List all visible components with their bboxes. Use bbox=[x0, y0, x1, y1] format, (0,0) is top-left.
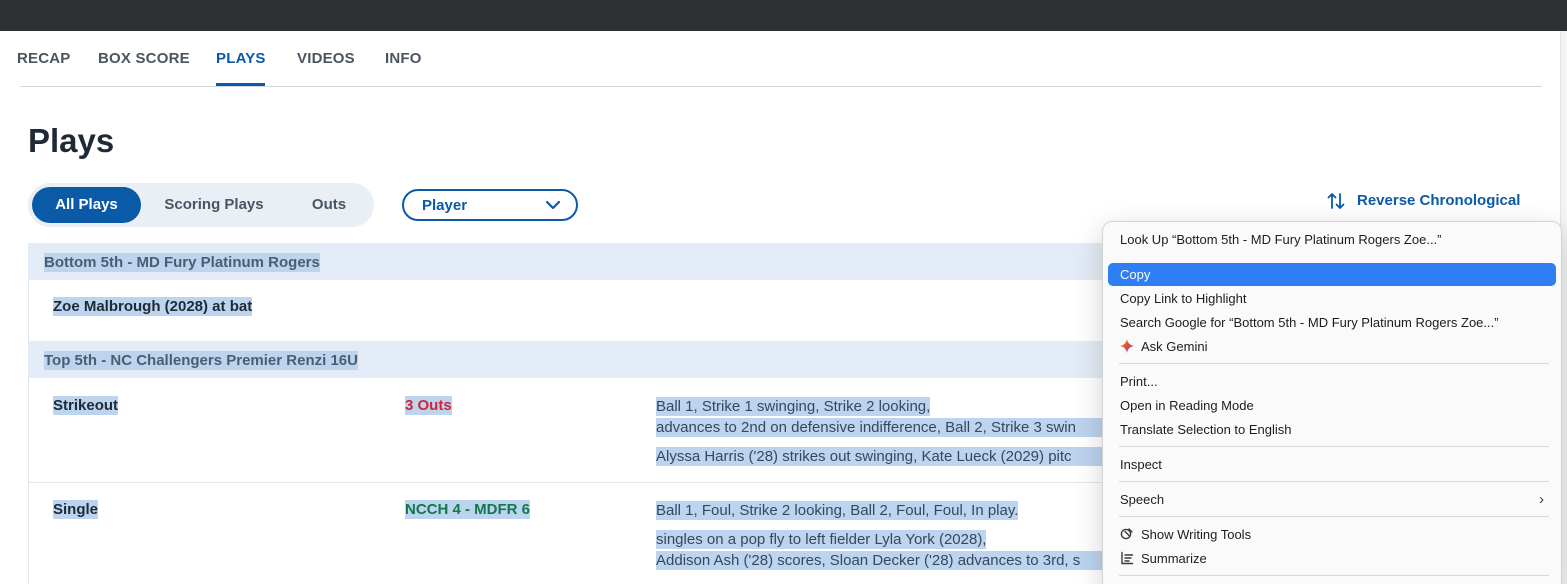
tab-plays[interactable]: PLAYS bbox=[216, 50, 266, 67]
menu-item-speech[interactable]: Speech › bbox=[1108, 488, 1556, 511]
row-divider bbox=[28, 482, 1118, 483]
row-border bbox=[28, 378, 29, 584]
tab-box-score[interactable]: BOX SCORE bbox=[98, 50, 190, 67]
browser-top-bar bbox=[0, 0, 1567, 31]
play-type-single: Single bbox=[53, 500, 99, 519]
menu-separator bbox=[1119, 363, 1549, 364]
menu-separator bbox=[1119, 575, 1549, 576]
writing-tools-icon bbox=[1120, 528, 1133, 540]
menu-item-translate[interactable]: Translate Selection to English bbox=[1108, 418, 1556, 441]
filter-scoring-plays-button[interactable]: Scoring Plays bbox=[149, 187, 279, 223]
menu-separator bbox=[1119, 446, 1549, 447]
menu-item-label: Speech bbox=[1120, 492, 1165, 507]
player-select-value: Player bbox=[422, 197, 468, 214]
menu-item-label: Summarize bbox=[1141, 551, 1207, 566]
play-filter-group: All Plays Scoring Plays Outs bbox=[28, 183, 374, 227]
summarize-icon bbox=[1121, 551, 1134, 565]
inning-header-top-5th: Top 5th - NC Challengers Premier Renzi 1… bbox=[28, 341, 1118, 378]
menu-item-label: Ask Gemini bbox=[1141, 339, 1208, 354]
menu-item-writing-tools[interactable]: Show Writing Tools bbox=[1108, 523, 1556, 546]
play-description-line: Addison Ash ('28) scores, Sloan Decker (… bbox=[656, 551, 1104, 570]
play-description-line: Alyssa Harris ('28) strikes out swinging… bbox=[656, 447, 1104, 466]
filter-all-plays-button[interactable]: All Plays bbox=[32, 187, 141, 223]
tabs-divider bbox=[20, 86, 1542, 87]
row-border bbox=[28, 280, 29, 341]
tab-recap[interactable]: RECAP bbox=[17, 50, 71, 67]
gemini-sparkle-icon bbox=[1120, 339, 1134, 353]
sort-arrows-icon bbox=[1327, 193, 1345, 209]
menu-item-copy[interactable]: Copy bbox=[1108, 263, 1556, 286]
page-title: Plays bbox=[28, 122, 115, 159]
menu-item-label: Show Writing Tools bbox=[1141, 527, 1252, 542]
play-status-outs: 3 Outs bbox=[405, 396, 452, 415]
menu-item-summarize[interactable]: Summarize bbox=[1108, 547, 1556, 570]
at-bat-label: Zoe Malbrough (2028) at bat bbox=[53, 297, 253, 316]
menu-item-print[interactable]: Print... bbox=[1108, 370, 1556, 393]
menu-item-inspect[interactable]: Inspect bbox=[1108, 453, 1556, 476]
menu-item-reading-mode[interactable]: Open in Reading Mode bbox=[1108, 394, 1556, 417]
menu-item-look-up[interactable]: Look Up “Bottom 5th - MD Fury Platinum R… bbox=[1108, 228, 1556, 251]
filter-outs-button[interactable]: Outs bbox=[286, 187, 372, 223]
menu-separator bbox=[1119, 481, 1549, 482]
play-description-line: Ball 1, Strike 1 swinging, Strike 2 look… bbox=[656, 397, 931, 416]
chevron-down-icon bbox=[546, 200, 560, 210]
menu-item-search-google[interactable]: Search Google for “Bottom 5th - MD Fury … bbox=[1108, 311, 1556, 334]
game-tabs: RECAP BOX SCORE PLAYS VIDEOS INFO bbox=[0, 31, 1567, 87]
menu-item-copy-link[interactable]: Copy Link to Highlight bbox=[1108, 287, 1556, 310]
play-description-line: advances to 2nd on defensive indifferenc… bbox=[656, 418, 1104, 437]
tab-videos[interactable]: VIDEOS bbox=[297, 50, 355, 67]
context-menu: Look Up “Bottom 5th - MD Fury Platinum R… bbox=[1102, 221, 1562, 584]
play-status-score: NCCH 4 - MDFR 6 bbox=[405, 500, 531, 519]
play-type-strikeout: Strikeout bbox=[53, 396, 119, 415]
play-description-line: singles on a pop fly to left fielder Lyl… bbox=[656, 530, 987, 549]
chevron-right-icon: › bbox=[1539, 491, 1544, 508]
tab-info[interactable]: INFO bbox=[385, 50, 422, 67]
menu-separator bbox=[1119, 516, 1549, 517]
menu-item-ask-gemini[interactable]: Ask Gemini bbox=[1108, 335, 1556, 358]
player-select[interactable]: Player bbox=[402, 189, 578, 221]
play-description-line: Ball 1, Foul, Strike 2 looking, Ball 2, … bbox=[656, 501, 1019, 520]
inning-header-text: Bottom 5th - MD Fury Platinum Rogers bbox=[44, 253, 320, 272]
sort-order-label: Reverse Chronological bbox=[1357, 192, 1521, 209]
inning-header-text: Top 5th - NC Challengers Premier Renzi 1… bbox=[44, 351, 358, 370]
inning-header-bottom-5th: Bottom 5th - MD Fury Platinum Rogers bbox=[28, 243, 1118, 280]
